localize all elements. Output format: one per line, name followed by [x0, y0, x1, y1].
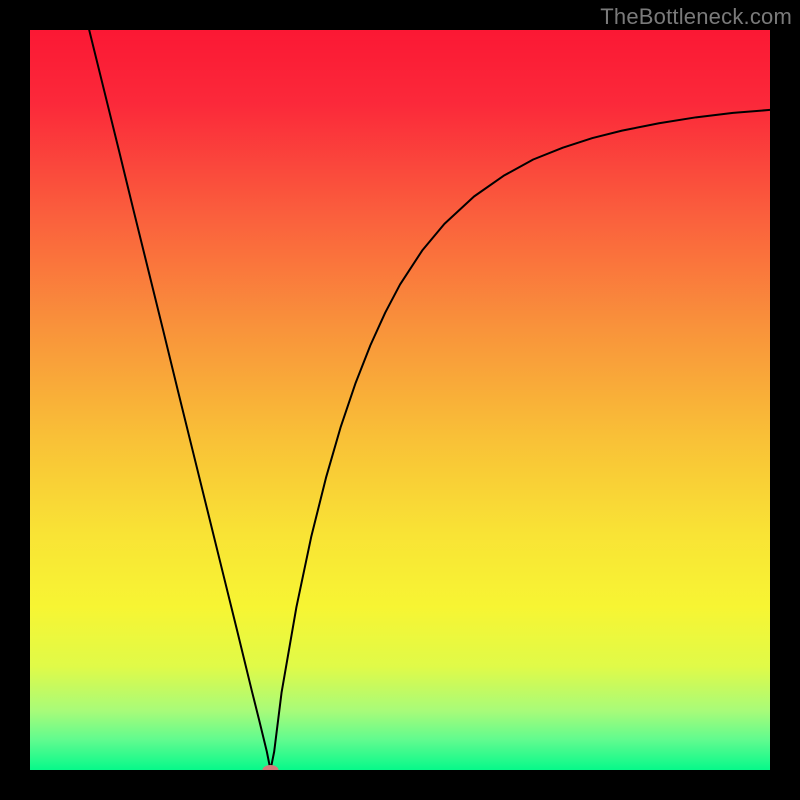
- watermark-text: TheBottleneck.com: [600, 4, 792, 30]
- chart-svg: [30, 30, 770, 770]
- plot-area: [30, 30, 770, 770]
- chart-frame: TheBottleneck.com: [0, 0, 800, 800]
- gradient-background: [30, 30, 770, 770]
